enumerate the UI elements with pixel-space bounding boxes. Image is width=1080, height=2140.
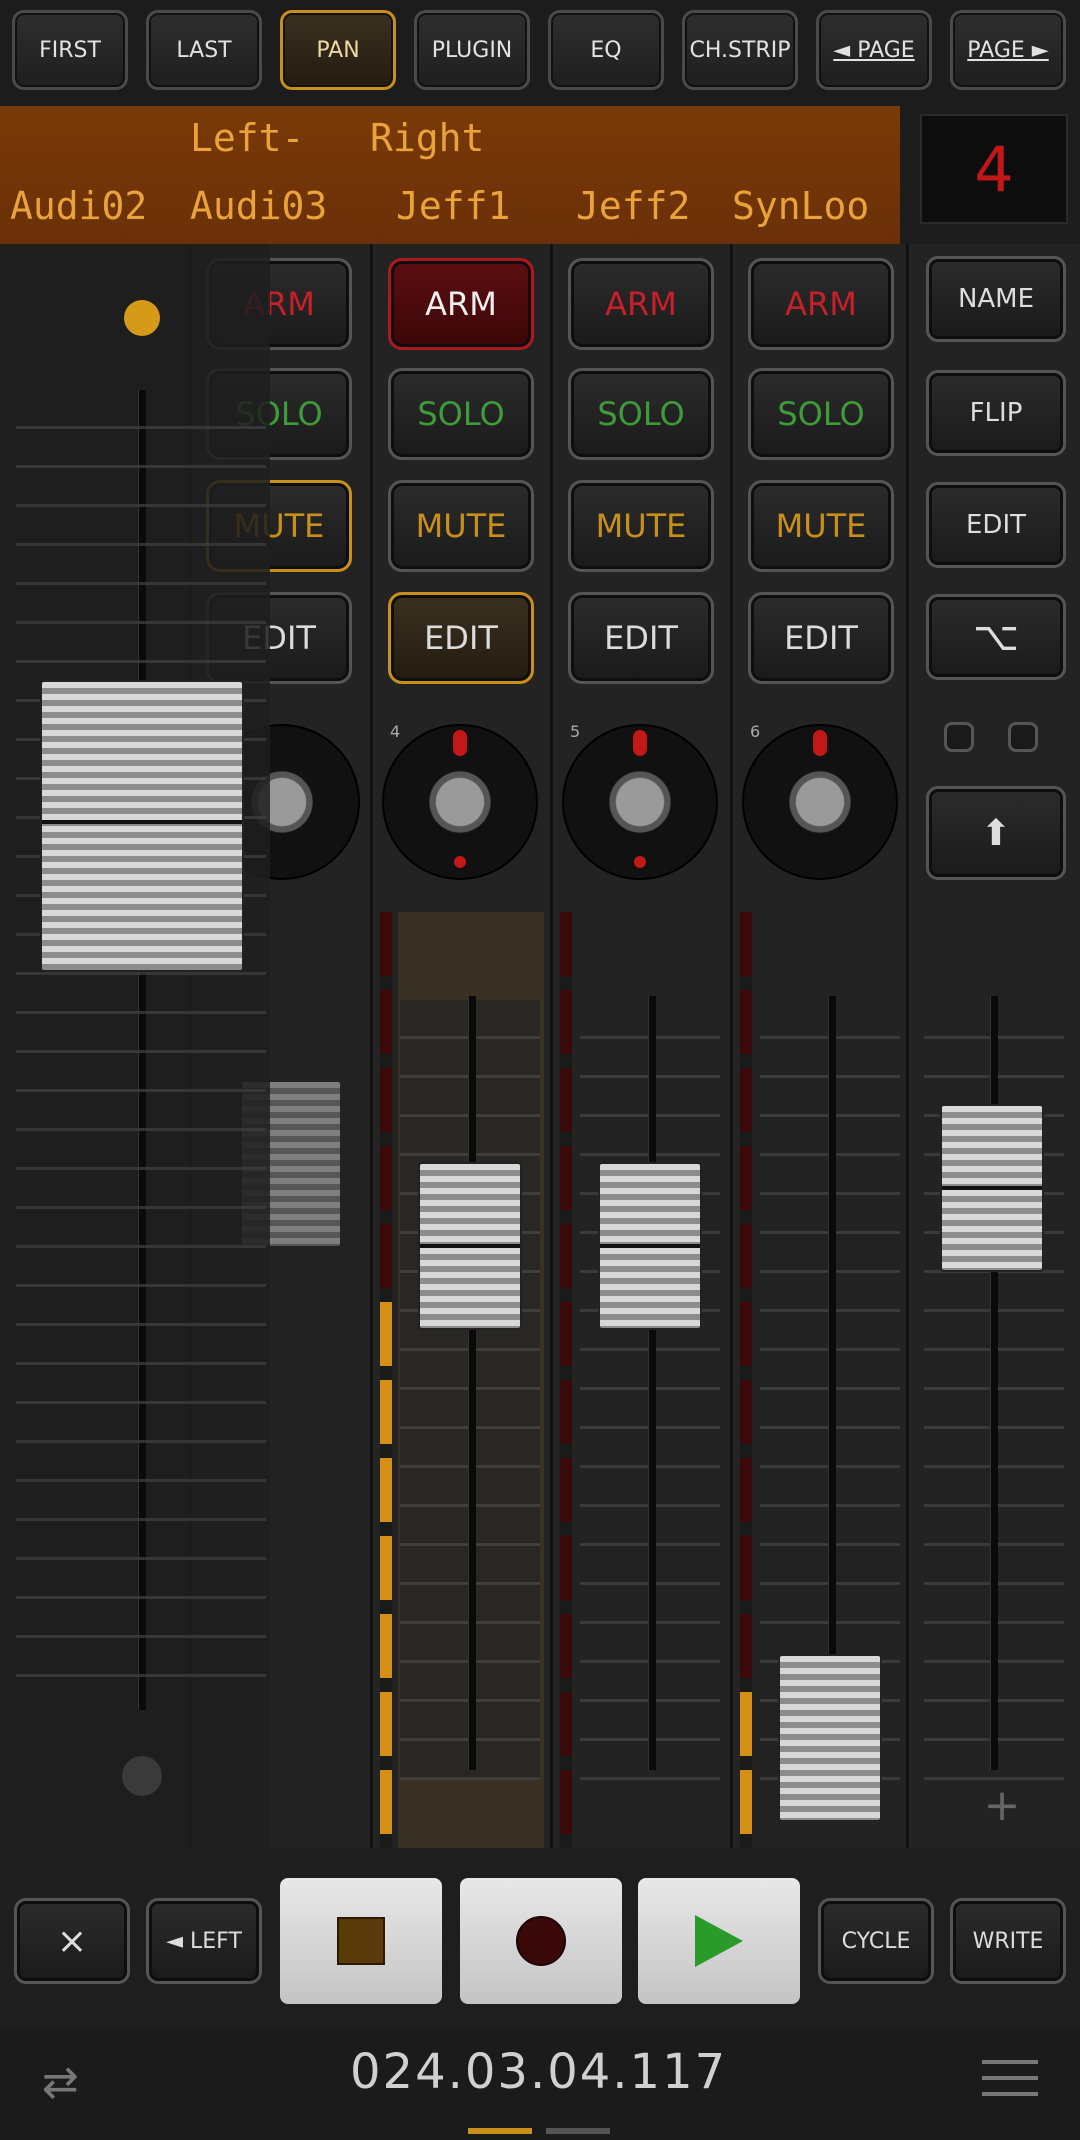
pan-knob-dot-ch4 [454, 856, 466, 868]
shift-button[interactable]: ⬆ [926, 786, 1066, 880]
channel-number-6: 6 [750, 722, 761, 741]
pan-knob-indicator-ch4 [453, 730, 467, 756]
fader-center-line-ch4 [420, 1244, 520, 1248]
channel-number-4: 4 [390, 722, 401, 741]
solo-button-ch5[interactable]: SOLO [568, 368, 714, 460]
level-meter-ch5 [560, 912, 572, 1848]
arm-button-ch5[interactable]: ARM [568, 258, 714, 350]
fader-track-ch5 [648, 996, 656, 1770]
overlay-fader-center-line [42, 820, 242, 824]
pan-knob-indicator-ch5 [633, 730, 647, 756]
stop-button[interactable] [280, 1878, 442, 2004]
pan-button[interactable]: PAN [280, 10, 396, 90]
fader-track-ch4 [468, 996, 476, 1770]
pan-knob-dot-ch5 [634, 856, 646, 868]
name-jeff2: Jeff2 [576, 184, 691, 228]
mute-button-ch5[interactable]: MUTE [568, 480, 714, 572]
name-audi03: Audi03 [190, 184, 328, 228]
edit-button-ch5[interactable]: EDIT [568, 592, 714, 684]
page-indicator-active [468, 2128, 532, 2134]
arm-button-ch4[interactable]: ARM [388, 258, 534, 350]
name-left: Left- [190, 116, 305, 160]
first-button[interactable]: FIRST [12, 10, 128, 90]
option-button[interactable]: ⌥ [926, 594, 1066, 680]
flip-button[interactable]: FLIP [926, 370, 1066, 456]
plus-icon[interactable]: + [982, 1784, 1022, 1828]
channel-number-5: 5 [570, 722, 581, 741]
edit-button-ch6[interactable]: EDIT [748, 592, 894, 684]
record-button[interactable] [460, 1878, 622, 2004]
side-edit-button[interactable]: EDIT [926, 482, 1066, 568]
arm-button-ch6[interactable]: ARM [748, 258, 894, 350]
overlay-volume-fader[interactable] [40, 680, 244, 972]
option-icon: ⌥ [972, 614, 1020, 660]
indicator-led-2 [1008, 722, 1038, 752]
name-synloo: SynLoo [732, 184, 870, 228]
pan-knob-indicator-ch6 [813, 730, 827, 756]
rewind-icon: ⨯ [56, 1920, 88, 1962]
solo-button-ch4[interactable]: SOLO [388, 368, 534, 460]
plugin-button[interactable]: PLUGIN [414, 10, 530, 90]
solo-button-ch6[interactable]: SOLO [748, 368, 894, 460]
rewind-to-start-button[interactable]: ⨯ [14, 1898, 130, 1984]
record-icon [516, 1916, 566, 1966]
mute-button-ch4[interactable]: MUTE [388, 480, 534, 572]
page-next-button[interactable]: PAGE ► [950, 10, 1066, 90]
track-name-strip: Left- Right Audi02 Audi03 Jeff1 Jeff2 Sy… [0, 106, 900, 244]
play-button[interactable] [638, 1878, 800, 2004]
page-indicator-inactive [546, 2128, 610, 2134]
play-icon [695, 1915, 743, 1967]
level-meter-ch4-active [380, 1302, 392, 1848]
write-button[interactable]: WRITE [950, 1898, 1066, 1984]
name-button[interactable]: NAME [926, 256, 1066, 342]
shift-icon: ⬆ [980, 812, 1012, 854]
cycle-button[interactable]: CYCLE [818, 1898, 934, 1984]
name-right: Right [370, 116, 485, 160]
indicator-led-1 [944, 722, 974, 752]
overlay-fader-scale [16, 390, 266, 1710]
fader-center-line-ch5 [600, 1244, 700, 1248]
overlay-dot-indicator [124, 300, 160, 336]
last-button[interactable]: LAST [146, 10, 262, 90]
page-prev-button[interactable]: ◄ PAGE [816, 10, 932, 90]
menu-icon[interactable] [982, 2060, 1038, 2102]
stop-icon [337, 1917, 385, 1965]
bank-number-display: 4 [920, 114, 1068, 224]
swap-icon[interactable]: ⇄ [42, 2058, 102, 2108]
mute-button-ch6[interactable]: MUTE [748, 480, 894, 572]
overlay-bottom-dot [122, 1756, 162, 1796]
level-meter-ch6-active [740, 1692, 752, 1848]
name-audi02: Audi02 [10, 184, 148, 228]
name-jeff1: Jeff1 [396, 184, 511, 228]
eq-button[interactable]: EQ [548, 10, 664, 90]
fader-center-line-master [942, 1186, 1042, 1190]
timecode-display: 024.03.04.117 [350, 2044, 728, 2100]
channel-strip-button[interactable]: CH.STRIP [682, 10, 798, 90]
volume-fader-ch6[interactable] [778, 1654, 882, 1822]
edit-button-ch4[interactable]: EDIT [388, 592, 534, 684]
left-locator-button[interactable]: ◄ LEFT [146, 1898, 262, 1984]
